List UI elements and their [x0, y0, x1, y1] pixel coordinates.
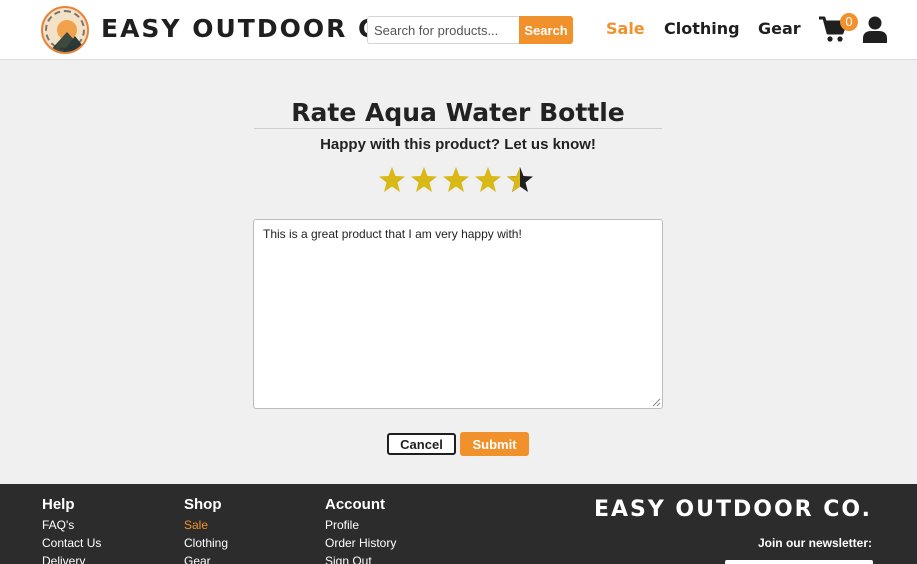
footer-link-sign-out[interactable]: Sign Out [325, 552, 396, 564]
submit-button[interactable]: Submit [460, 432, 529, 456]
title-divider [254, 128, 662, 129]
nav-sale-link[interactable]: Sale [606, 19, 645, 38]
footer-help-heading: Help [42, 496, 75, 513]
footer-link-gear[interactable]: Gear [184, 552, 228, 564]
footer-link-contact-us[interactable]: Contact Us [42, 534, 101, 552]
star-icon[interactable] [442, 166, 470, 194]
footer-link-delivery[interactable]: Delivery [42, 552, 101, 564]
page-subtitle: Happy with this product? Let us know! [320, 136, 596, 153]
logo-ring-shape [45, 10, 85, 50]
user-icon[interactable] [863, 16, 887, 43]
search-button[interactable]: Search [519, 16, 573, 44]
nav-gear-link[interactable]: Gear [758, 19, 801, 38]
footer-account-column: Account Profile Order History Sign Out [325, 496, 396, 564]
site-header: EASY OUTDOOR CO. Search Sale Clothing Ge… [0, 0, 917, 60]
footer-link-profile[interactable]: Profile [325, 516, 396, 534]
newsletter-label: Join our newsletter: [757, 536, 872, 550]
footer-shop-column: Shop Sale Clothing Gear [184, 496, 228, 564]
newsletter-input[interactable] [725, 560, 873, 564]
cancel-button[interactable]: Cancel [387, 433, 456, 455]
resize-grip-icon[interactable] [652, 398, 661, 407]
search-input[interactable] [367, 16, 519, 44]
brand-name[interactable]: EASY OUTDOOR CO. [101, 14, 413, 43]
review-textarea[interactable] [253, 219, 663, 409]
site-footer: Help FAQ's Contact Us Delivery Shop Sale… [0, 484, 917, 564]
star-rating[interactable] [378, 166, 538, 196]
footer-link-clothing[interactable]: Clothing [184, 534, 228, 552]
footer-brand-name: EASY OUTDOOR CO. [593, 497, 872, 522]
footer-help-column: Help FAQ's Contact Us Delivery [42, 496, 101, 564]
footer-shop-heading: Shop [184, 496, 222, 513]
cart-count-badge: 0 [840, 13, 858, 31]
footer-link-order-history[interactable]: Order History [325, 534, 396, 552]
nav-clothing-link[interactable]: Clothing [664, 19, 740, 38]
brand-logo[interactable] [41, 6, 89, 54]
star-icon[interactable] [474, 166, 502, 194]
star-icon[interactable] [410, 166, 438, 194]
footer-account-heading: Account [325, 496, 385, 513]
footer-link-sale[interactable]: Sale [184, 516, 228, 534]
half-star-icon[interactable] [506, 166, 534, 194]
page-title: Rate Aqua Water Bottle [291, 98, 625, 127]
star-icon[interactable] [378, 166, 406, 194]
footer-link-faqs[interactable]: FAQ's [42, 516, 101, 534]
